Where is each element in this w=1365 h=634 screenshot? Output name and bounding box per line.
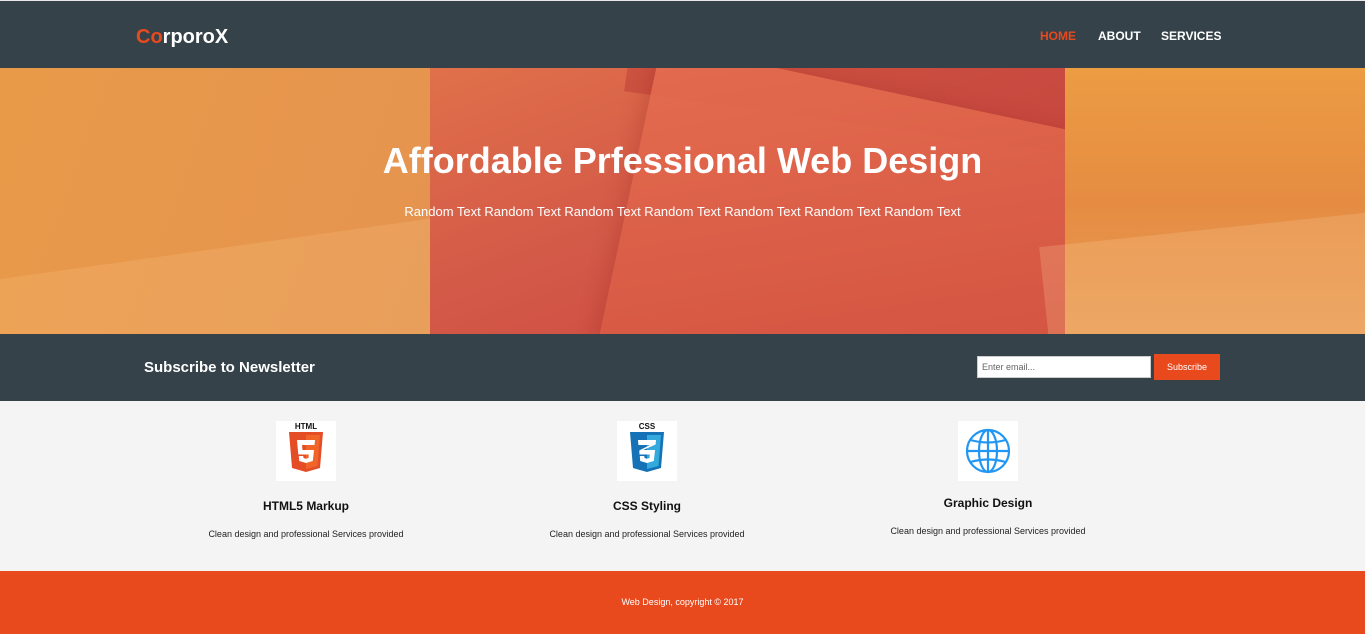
svg-text:HTML: HTML <box>295 422 317 431</box>
service-title: HTML5 Markup <box>262 499 349 513</box>
nav-about[interactable]: ABOUT <box>1098 29 1141 43</box>
hero-title: Affordable Prfessional Web Design <box>382 140 983 181</box>
svg-text:CSS: CSS <box>639 422 656 431</box>
hero-image <box>430 68 1065 334</box>
service-title: CSS Styling <box>612 499 681 513</box>
site-header: CorporoX HOME ABOUT SERVICES <box>0 0 1365 68</box>
html5-icon: HTML <box>276 421 336 481</box>
service-description: Clean design and professional Services p… <box>549 529 745 539</box>
site-footer: Web Design, copyright © 2017 <box>0 571 1365 634</box>
logo-text: rporoX <box>162 26 229 48</box>
nav-home[interactable]: HOME <box>1040 29 1076 43</box>
logo-highlight: Co <box>136 26 163 48</box>
subscribe-button[interactable]: Subscribe <box>1154 354 1220 380</box>
hero-subtitle: Random Text Random Text Random Text Rand… <box>404 204 961 219</box>
service-box-html: HTML HTML5 Markup Clean design and profe… <box>176 401 436 571</box>
background-stripe <box>1039 209 1365 334</box>
service-title: Graphic Design <box>943 496 1033 510</box>
background-block <box>1039 68 1365 334</box>
services-section: HTML HTML5 Markup Clean design and profe… <box>0 401 1365 571</box>
newsletter-section: Subscribe to Newsletter Subscribe <box>0 334 1365 401</box>
logo[interactable]: CorporoX <box>136 25 228 49</box>
newsletter-title: Subscribe to Newsletter <box>144 359 315 376</box>
service-description: Clean design and professional Services p… <box>208 529 404 539</box>
email-input[interactable] <box>977 356 1151 378</box>
service-description: Clean design and professional Services p… <box>890 526 1086 536</box>
showcase-banner: Affordable Prfessional Web Design Random… <box>0 68 1365 334</box>
service-box-graphic: Graphic Design Clean design and professi… <box>858 401 1118 571</box>
nav-services[interactable]: SERVICES <box>1161 29 1221 43</box>
globe-icon <box>958 421 1018 481</box>
css3-icon: CSS <box>617 421 677 481</box>
service-box-css: CSS CSS Styling Clean design and profess… <box>517 401 777 571</box>
copyright-text: Web Design, copyright © 2017 <box>621 597 744 607</box>
